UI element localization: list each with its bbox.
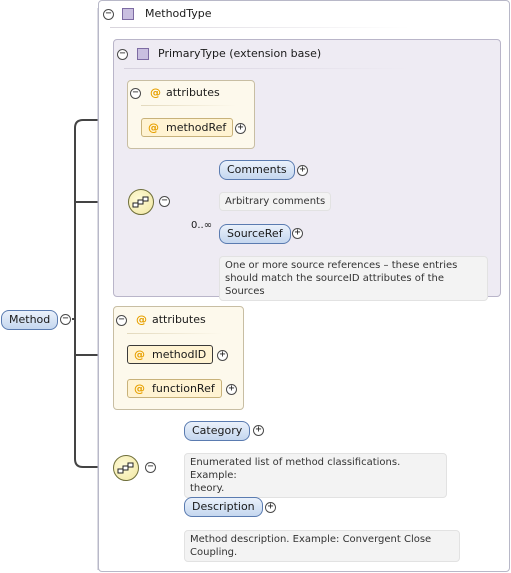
description-doc-line-2: Coupling. [190, 547, 238, 558]
category-doc-line-1: Enumerated list of method classification… [190, 457, 401, 481]
category-element[interactable]: Category [184, 421, 251, 441]
comments-element[interactable]: Comments [219, 160, 295, 180]
methodtype-collapse-toggle[interactable]: − [103, 9, 114, 20]
sequence-glyph-icon [117, 462, 134, 474]
functionref-expand-icon[interactable]: + [226, 384, 237, 395]
complex-type-icon [137, 48, 149, 60]
sequence-icon[interactable] [113, 455, 139, 481]
attribute-icon: @ [134, 348, 145, 361]
description-doc-line-1: Method description. Example: Convergent … [190, 534, 432, 545]
sourceref-label: SourceRef [227, 227, 283, 240]
methodref-label: methodRef [166, 121, 227, 134]
category-documentation: Enumerated list of method classification… [184, 453, 447, 498]
attributes-2-separator [127, 333, 222, 334]
sourceref-expand-icon[interactable]: + [292, 228, 303, 239]
description-documentation: Method description. Example: Convergent … [184, 530, 460, 562]
sourceref-doc-line-2: should match the sourceID attributes of … [225, 273, 444, 297]
method-element[interactable]: Method [1, 310, 59, 330]
description-element[interactable]: Description [184, 497, 263, 517]
sourceref-doc-line-1: One or more source references – these en… [225, 260, 458, 271]
attribute-icon: @ [148, 121, 159, 134]
attributes-1-title: attributes [166, 86, 220, 99]
comments-documentation: Arbitrary comments [219, 192, 332, 211]
sourceref-element[interactable]: SourceRef [219, 224, 291, 244]
methodref-attribute[interactable]: @ methodRef [141, 118, 234, 137]
comments-expand-icon[interactable]: + [297, 165, 308, 176]
attributes-1-separator [141, 105, 236, 106]
attribute-icon: @ [136, 313, 147, 326]
attributes-2-title: attributes [152, 313, 206, 326]
description-label: Description [192, 500, 255, 513]
primarytype-label: PrimaryType (extension base) [158, 47, 322, 60]
sequence-glyph-icon [132, 196, 149, 208]
methodid-expand-icon[interactable]: + [217, 350, 228, 361]
functionref-attribute[interactable]: @ functionRef [127, 379, 222, 398]
sourceref-documentation: One or more source references – these en… [219, 256, 488, 301]
methodtype-label: MethodType [145, 7, 212, 20]
methodtype-separator [110, 27, 410, 28]
sourceref-occurrence: 0..∞ [191, 220, 213, 231]
sequence-icon[interactable] [128, 189, 154, 215]
category-expand-icon[interactable]: + [253, 425, 264, 436]
attributes-1-collapse-toggle[interactable]: − [130, 88, 141, 99]
methodid-attribute[interactable]: @ methodID [127, 345, 214, 364]
complex-type-icon [122, 8, 134, 20]
sequence-1-collapse-toggle[interactable]: − [159, 196, 170, 207]
method-collapse-toggle[interactable]: − [60, 314, 71, 325]
category-doc-line-2: theory. [190, 483, 225, 494]
functionref-label: functionRef [152, 382, 215, 395]
attribute-icon: @ [150, 86, 161, 99]
primarytype-separator [124, 68, 409, 69]
sequence-2-collapse-toggle[interactable]: − [145, 462, 156, 473]
category-label: Category [192, 424, 243, 437]
description-expand-icon[interactable]: + [265, 502, 276, 513]
comments-label: Comments [227, 163, 287, 176]
comments-doc-text: Arbitrary comments [225, 196, 326, 207]
methodref-expand-icon[interactable]: + [235, 123, 246, 134]
attribute-icon: @ [134, 382, 145, 395]
methodid-label: methodID [152, 348, 207, 361]
method-element-label: Method [9, 313, 51, 326]
primarytype-collapse-toggle[interactable]: − [117, 49, 128, 60]
attributes-2-collapse-toggle[interactable]: − [116, 315, 127, 326]
